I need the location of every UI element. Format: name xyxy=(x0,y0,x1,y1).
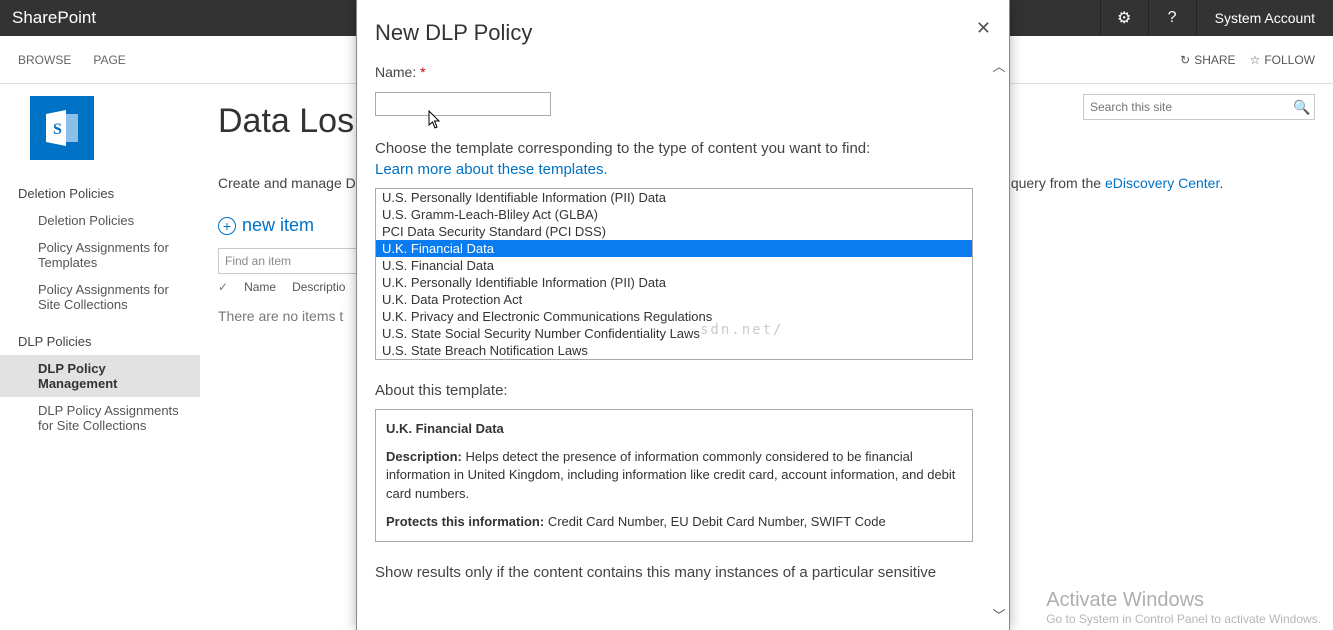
follow-label: FOLLOW xyxy=(1264,53,1315,67)
find-placeholder: Find an item xyxy=(225,254,291,268)
activate-windows-watermark: Activate Windows Go to System in Control… xyxy=(1046,589,1321,626)
desc-suffix: query from the xyxy=(1011,175,1105,191)
about-template-name: U.K. Financial Data xyxy=(386,420,962,438)
dialog-title: New DLP Policy xyxy=(375,20,991,46)
share-label: SHARE xyxy=(1194,53,1235,67)
template-option[interactable]: U.S. Financial Data xyxy=(376,257,972,274)
col-desc[interactable]: Descriptio xyxy=(292,280,345,294)
template-option[interactable]: PCI Data Security Standard (PCI DSS) xyxy=(376,223,972,240)
check-icon[interactable]: ✓ xyxy=(218,280,228,294)
choose-template-text: Choose the template corresponding to the… xyxy=(375,140,991,157)
about-protects-label: Protects this information: xyxy=(386,514,544,529)
learn-more-link[interactable]: Learn more about these templates. xyxy=(375,161,608,178)
help-button[interactable]: ? xyxy=(1148,0,1196,36)
question-icon: ? xyxy=(1168,9,1177,27)
follow-button[interactable]: ☆ FOLLOW xyxy=(1250,53,1315,67)
watermark-title: Activate Windows xyxy=(1046,589,1321,612)
template-option[interactable]: U.K. Personally Identifiable Information… xyxy=(376,274,972,291)
new-item-label: new item xyxy=(242,215,314,236)
sharepoint-logo: S xyxy=(30,96,94,160)
sidebar: S Deletion Policies Deletion Policies Po… xyxy=(0,84,200,630)
template-option[interactable]: U.S. State Breach Notification Laws xyxy=(376,342,972,359)
template-option[interactable]: U.K. Data Protection Act xyxy=(376,291,972,308)
tab-browse[interactable]: BROWSE xyxy=(18,53,71,67)
template-option[interactable]: U.K. Privacy and Electronic Communicatio… xyxy=(376,308,972,325)
col-name[interactable]: Name xyxy=(244,280,276,294)
search-icon[interactable]: 🔍 xyxy=(1290,99,1314,116)
template-option[interactable]: U.S. Gramm-Leach-Bliley Act (GLBA) xyxy=(376,206,972,223)
nav-policy-sitecollections[interactable]: Policy Assignments for Site Collections xyxy=(0,276,200,318)
share-button[interactable]: ↻ SHARE xyxy=(1180,53,1235,67)
scroll-up[interactable]: ︿ xyxy=(991,56,1007,75)
gear-icon: ⚙ xyxy=(1117,8,1131,28)
about-template-box: U.K. Financial Data Description: Helps d… xyxy=(375,409,973,542)
plus-icon: + xyxy=(218,217,236,235)
nav-deletion-policies[interactable]: Deletion Policies xyxy=(0,207,200,234)
scroll-down[interactable]: ﹀ xyxy=(991,605,1007,624)
app-title: SharePoint xyxy=(0,0,96,36)
settings-button[interactable]: ⚙ xyxy=(1100,0,1148,36)
account-menu[interactable]: System Account xyxy=(1196,0,1333,36)
policy-name-input[interactable] xyxy=(375,92,551,116)
tab-page[interactable]: PAGE xyxy=(93,53,125,67)
desc-prefix: Create and manage DL xyxy=(218,175,363,191)
template-option[interactable]: U.S. State Social Security Number Confid… xyxy=(376,325,972,342)
template-option[interactable]: U.S. Personally Identifiable Information… xyxy=(376,189,972,206)
share-icon: ↻ xyxy=(1180,53,1190,67)
new-dlp-policy-dialog: New DLP Policy ✕ ︿ Name: * Choose the te… xyxy=(356,0,1010,630)
ediscovery-link[interactable]: eDiscovery Center xyxy=(1105,175,1219,191)
close-icon: ✕ xyxy=(976,18,991,38)
results-text: Show results only if the content contain… xyxy=(375,564,991,581)
about-desc-label: Description: xyxy=(386,449,462,464)
about-template-label: About this template: xyxy=(375,382,991,399)
template-listbox[interactable]: U.S. Personally Identifiable Information… xyxy=(375,188,973,360)
nav-dlp-sitecollections[interactable]: DLP Policy Assignments for Site Collecti… xyxy=(0,397,200,439)
nav-dlp-management[interactable]: DLP Policy Management xyxy=(0,355,200,397)
close-button[interactable]: ✕ xyxy=(976,18,991,39)
template-option[interactable]: U.K. Financial Data xyxy=(376,240,972,257)
svg-text:S: S xyxy=(53,121,62,138)
about-desc-text: Helps detect the presence of information… xyxy=(386,449,955,500)
about-protects-text: Credit Card Number, EU Debit Card Number… xyxy=(548,514,886,529)
name-label: Name: * xyxy=(375,64,991,80)
star-icon: ☆ xyxy=(1250,53,1261,67)
nav-section-dlp[interactable]: DLP Policies xyxy=(0,328,200,355)
nav-policy-templates[interactable]: Policy Assignments for Templates xyxy=(0,234,200,276)
site-search-input[interactable] xyxy=(1084,100,1290,114)
watermark-sub: Go to System in Control Panel to activat… xyxy=(1046,612,1321,626)
nav-section-deletion[interactable]: Deletion Policies xyxy=(0,180,200,207)
site-search[interactable]: 🔍 xyxy=(1083,94,1315,120)
sharepoint-icon: S xyxy=(40,106,84,150)
